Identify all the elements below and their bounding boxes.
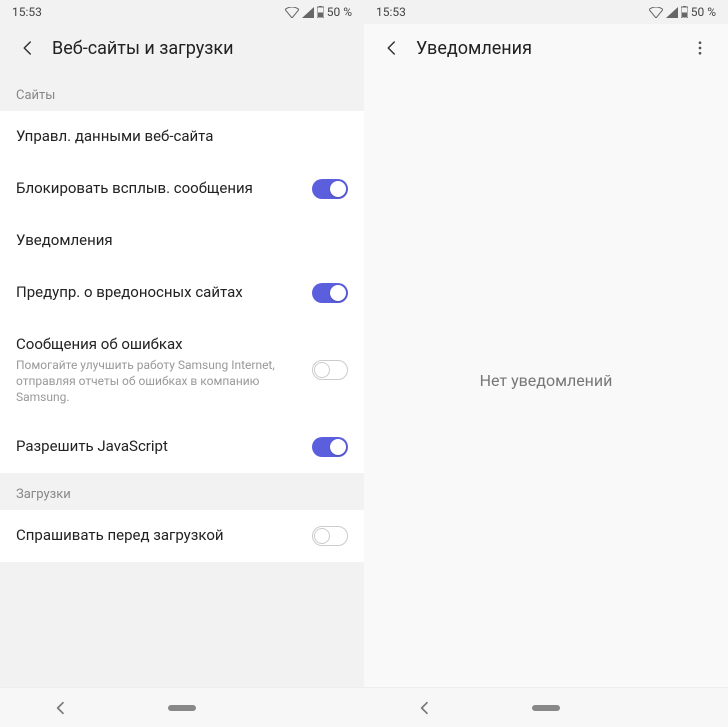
header: Веб-сайты и загрузки (0, 24, 364, 74)
error-reports[interactable]: Сообщения об ошибках Помогайте улучшить … (0, 319, 364, 421)
nav-home-icon (168, 705, 196, 711)
item-label: Блокировать всплыв. сообщения (16, 179, 300, 199)
nav-back-button[interactable] (47, 694, 75, 722)
item-label: Управл. данными веб-сайта (16, 127, 336, 147)
status-time: 15:53 (376, 5, 406, 19)
back-button[interactable] (16, 36, 40, 60)
nav-back-button[interactable] (411, 694, 439, 722)
settings-scroll: Сайты Управл. данными веб-сайта Блокиров… (0, 74, 364, 687)
empty-state: Нет уведомлений (364, 74, 728, 687)
nav-home-button[interactable] (168, 694, 196, 722)
notifications-body: Нет уведомлений (364, 74, 728, 687)
status-bar: 15:53 50 % (0, 0, 364, 24)
error-reports-toggle[interactable] (312, 360, 348, 380)
more-vert-icon (691, 39, 709, 57)
item-label: Спрашивать перед загрузкой (16, 526, 300, 546)
warn-malicious-toggle[interactable] (312, 283, 348, 303)
page-title: Веб-сайты и загрузки (52, 38, 348, 59)
status-time: 15:53 (12, 5, 42, 19)
block-popups[interactable]: Блокировать всплыв. сообщения (0, 163, 364, 215)
phone-right: 15:53 50 % Уведомления Нет уведомлений (364, 0, 728, 727)
nav-back-icon (417, 700, 433, 716)
battery-icon (681, 6, 688, 18)
more-button[interactable] (688, 36, 712, 60)
empty-text: Нет уведомлений (480, 371, 613, 390)
back-button[interactable] (380, 36, 404, 60)
status-icons: 50 % (285, 5, 352, 19)
status-bar: 15:53 50 % (364, 0, 728, 24)
signal-icon (302, 7, 314, 18)
allow-javascript-toggle[interactable] (312, 437, 348, 457)
sites-list: Управл. данными веб-сайта Блокировать вс… (0, 111, 364, 473)
section-sites: Сайты (0, 74, 364, 111)
notifications-item[interactable]: Уведомления (0, 215, 364, 267)
battery-icon (317, 6, 324, 18)
page-title: Уведомления (416, 38, 688, 59)
section-downloads: Загрузки (0, 473, 364, 510)
header: Уведомления (364, 24, 728, 74)
wifi-icon (649, 7, 663, 18)
item-sublabel: Помогайте улучшить работу Samsung Intern… (16, 357, 300, 406)
warn-malicious[interactable]: Предупр. о вредоносных сайтах (0, 267, 364, 319)
wifi-icon (285, 7, 299, 18)
item-label: Предупр. о вредоносных сайтах (16, 283, 300, 303)
phone-left: 15:53 50 % Веб-сайты и загрузки Сайты Уп… (0, 0, 364, 727)
item-label: Уведомления (16, 231, 336, 251)
allow-javascript[interactable]: Разрешить JavaScript (0, 421, 364, 473)
ask-before-download[interactable]: Спрашивать перед загрузкой (0, 510, 364, 562)
back-icon (383, 39, 401, 57)
status-icons: 50 % (649, 5, 716, 19)
signal-icon (666, 7, 678, 18)
nav-bar (0, 687, 364, 727)
block-popups-toggle[interactable] (312, 179, 348, 199)
nav-bar (364, 687, 728, 727)
manage-website-data[interactable]: Управл. данными веб-сайта (0, 111, 364, 163)
ask-before-download-toggle[interactable] (312, 526, 348, 546)
back-icon (19, 39, 37, 57)
item-label: Сообщения об ошибках (16, 335, 300, 355)
item-label: Разрешить JavaScript (16, 437, 300, 457)
nav-home-button[interactable] (532, 694, 560, 722)
nav-back-icon (53, 700, 69, 716)
battery-text: 50 % (327, 5, 352, 19)
battery-text: 50 % (691, 5, 716, 19)
nav-home-icon (532, 705, 560, 711)
downloads-list: Спрашивать перед загрузкой (0, 510, 364, 562)
